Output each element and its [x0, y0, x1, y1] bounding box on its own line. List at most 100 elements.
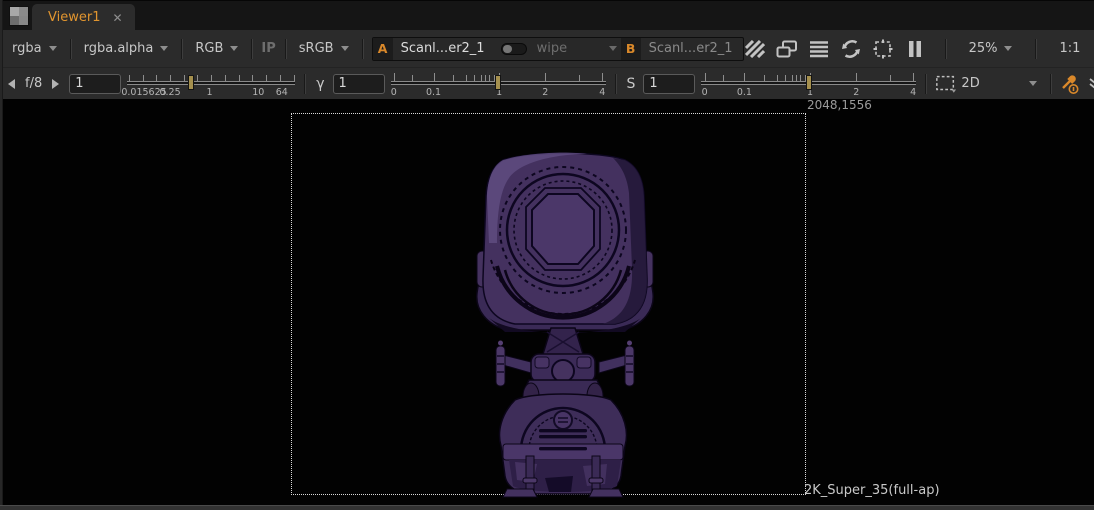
fstop-decrement-icon[interactable] — [8, 79, 15, 89]
colorspace-value: sRGB — [299, 41, 334, 56]
ab-compare-box: A Scanl...er2_1 wipe B Scanl...er2_1 — [372, 37, 744, 61]
slider-tick — [156, 75, 157, 81]
slider-tick — [856, 73, 857, 81]
slider-track[interactable] — [127, 81, 295, 85]
viewer-toolbar-top: rgba rgba.alpha RGB IP sRGB A Scanl...er… — [0, 30, 1094, 67]
separator — [362, 39, 363, 59]
input-process-button[interactable]: IP — [261, 41, 275, 56]
display-channel-value: RGB — [195, 41, 223, 56]
separator — [945, 39, 946, 59]
slider-tick — [796, 75, 797, 81]
saturation-slider[interactable]: 00.1124 — [701, 70, 916, 98]
slider-tick-label: 64 — [276, 87, 288, 98]
slider-tick — [579, 75, 580, 81]
slider-tick — [225, 75, 226, 81]
gain-input[interactable]: 1 — [69, 74, 121, 94]
slider-tick-label: 0.1 — [426, 87, 441, 98]
slider-tick — [723, 75, 724, 81]
input-a-value[interactable]: Scanl...er2_1 — [393, 41, 495, 56]
slider-tick — [266, 75, 267, 81]
slider-tick — [764, 75, 765, 81]
gamma-label: γ — [316, 76, 324, 92]
viewer-canvas[interactable]: 2048,1556 2K_Super_35(full-ap) — [0, 99, 1094, 505]
tab-bar: Viewer1 ✕ — [0, 0, 1094, 30]
slider-tick — [800, 75, 801, 81]
separator — [285, 39, 286, 59]
input-a-badge[interactable]: A — [373, 38, 393, 60]
slider-tick — [777, 75, 778, 81]
pane-quadrant — [19, 7, 28, 16]
chevron-down-icon — [609, 46, 617, 51]
slider-handle[interactable] — [495, 75, 501, 90]
chevron-down-icon — [1029, 81, 1037, 86]
refresh-icon[interactable] — [840, 38, 862, 60]
slider-tick — [705, 73, 706, 81]
slider-tick — [744, 73, 745, 81]
proxy-scale-value: 1:1 — [1059, 41, 1080, 56]
slider-tick — [434, 73, 435, 81]
wipe-toggle[interactable] — [501, 43, 527, 55]
zoom-level-value: 25% — [969, 41, 998, 56]
tab-viewer1[interactable]: Viewer1 ✕ — [32, 4, 135, 31]
slider-tick — [211, 75, 212, 81]
view-mode-dropdown[interactable]: 2D — [957, 74, 1041, 93]
slider-tick-label: 1 — [207, 87, 213, 98]
separator — [251, 39, 252, 59]
zoom-level-dropdown[interactable]: 25% — [965, 39, 1017, 58]
field-lines-icon[interactable] — [808, 38, 830, 60]
chevron-down-icon — [1004, 46, 1012, 51]
slider-tick — [792, 75, 793, 81]
slider-tick — [280, 75, 281, 81]
tab-title: Viewer1 — [48, 10, 100, 25]
pause-icon[interactable] — [904, 38, 926, 60]
slider-tick — [453, 75, 454, 81]
alpha-layer-dropdown[interactable]: rgba.alpha — [80, 39, 173, 58]
display-channel-dropdown[interactable]: RGB — [191, 39, 242, 58]
separator — [181, 39, 182, 59]
rendered-object-image — [475, 148, 655, 498]
input-b-value[interactable]: Scanl...er2_1 — [641, 41, 743, 56]
monitor-output-icon[interactable] — [776, 38, 798, 60]
slider-handle[interactable] — [188, 75, 194, 90]
resolution-label: 2048,1556 — [807, 98, 872, 112]
colorspace-dropdown[interactable]: sRGB — [295, 39, 353, 58]
slider-tick — [129, 75, 130, 81]
separator — [70, 39, 71, 59]
channels-dropdown[interactable]: rgba — [8, 39, 61, 58]
slider-tick-label: 0 — [391, 87, 397, 98]
saturation-input[interactable]: 1 — [643, 74, 695, 94]
gamma-input[interactable]: 1 — [333, 74, 385, 94]
saturation-label: S — [627, 76, 636, 92]
fstop-stepper: f/8 — [8, 76, 59, 91]
guides-icon[interactable] — [935, 73, 957, 95]
chevron-down-icon — [341, 46, 349, 51]
separator — [1035, 39, 1036, 59]
slider-tick-label: 10 — [252, 87, 264, 98]
wipe-mode-dropdown[interactable]: wipe — [533, 39, 621, 58]
chevron-down-icon — [49, 46, 57, 51]
pane-menu-icon[interactable] — [9, 6, 29, 26]
color-sample-eyedropper-icon[interactable] — [1060, 73, 1082, 95]
slider-tick — [294, 75, 295, 81]
wipe-mode-value: wipe — [537, 41, 568, 56]
fstop-increment-icon[interactable] — [52, 79, 59, 89]
gamma-slider[interactable]: 00.1124 — [391, 70, 606, 98]
tab-close-icon[interactable]: ✕ — [112, 11, 122, 25]
pane-quadrant — [10, 16, 19, 25]
view-mode-value: 2D — [961, 76, 979, 91]
slider-tick — [394, 73, 395, 81]
downrez-icon[interactable] — [744, 38, 766, 60]
slider-tick — [545, 73, 546, 81]
slider-tick — [170, 75, 171, 81]
collapse-toolbar-icon[interactable] — [1084, 73, 1094, 95]
input-b-badge[interactable]: B — [621, 38, 641, 60]
slider-tick — [602, 73, 603, 81]
slider-tick — [143, 75, 144, 81]
window-edge-bottom[interactable] — [0, 505, 1094, 510]
gain-slider[interactable]: 0.0156250.2511064 — [127, 70, 295, 98]
slider-handle[interactable] — [806, 75, 812, 90]
proxy-scale-dropdown[interactable]: 1:1 — [1055, 39, 1094, 58]
toggle-knob-icon — [503, 45, 512, 53]
roi-icon[interactable] — [872, 38, 894, 60]
slider-tick-label: 2 — [542, 87, 548, 98]
